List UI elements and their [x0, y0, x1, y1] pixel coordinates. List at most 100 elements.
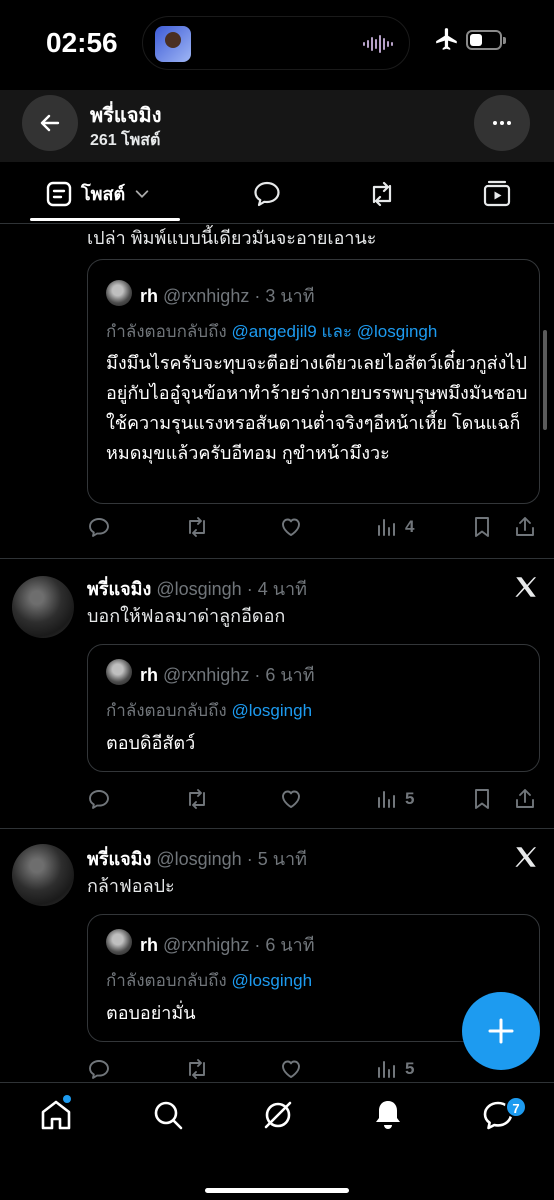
quoted-post[interactable]: rh @rxnhighz · 6 นาที กำลังตอบกลับถึง @l…	[87, 644, 540, 772]
reply-mention[interactable]: @angedjil9	[231, 322, 316, 341]
share-icon	[516, 789, 534, 808]
like-button[interactable]	[279, 514, 303, 540]
repost-button[interactable]	[185, 1056, 209, 1082]
x-logo-icon	[515, 577, 537, 597]
back-button[interactable]	[22, 95, 78, 151]
views-button[interactable]: 5	[375, 786, 414, 812]
post-actions: 5	[87, 1056, 537, 1082]
quoted-author-handle: @rxnhighz	[163, 935, 250, 955]
bookmark-button[interactable]	[470, 786, 494, 812]
divider	[0, 558, 554, 559]
home-indicator[interactable]	[205, 1188, 349, 1193]
post-text: บอกให้ฟอลมาด่าลูกอีดอก	[87, 606, 286, 626]
share-icon	[516, 517, 534, 536]
grok-icon[interactable]	[260, 1097, 296, 1133]
avatar[interactable]	[12, 844, 74, 906]
repost-button[interactable]	[185, 786, 209, 812]
replies-icon[interactable]	[252, 179, 282, 209]
quoted-post-time: · 3 นาที	[254, 286, 315, 306]
author-name[interactable]: พรี่แจมิง	[87, 849, 151, 869]
quoted-author-handle: @rxnhighz	[163, 665, 250, 685]
heart-icon	[282, 790, 300, 808]
posts-feed[interactable]: เปล่า พิมพ์แบบนี้เดียวมันจะอายเอานะ rh @…	[0, 224, 554, 1082]
x-logo-icon	[515, 847, 537, 867]
post-actions: 4	[87, 514, 537, 544]
bookmark-icon	[475, 517, 489, 537]
reposts-icon[interactable]	[367, 179, 397, 209]
like-button[interactable]	[279, 786, 303, 812]
now-playing-artwork	[155, 26, 191, 62]
reply-context: กำลังตอบกลับถึง @losgingh	[106, 697, 312, 724]
author-name[interactable]: พรี่แจมิง	[87, 579, 151, 599]
post-time: · 5 นาที	[246, 849, 307, 869]
media-icon[interactable]	[482, 179, 512, 209]
status-time: 02:56	[46, 27, 118, 58]
dynamic-island[interactable]	[142, 16, 410, 70]
quoted-author-handle: @rxnhighz	[163, 286, 250, 306]
views-icon	[378, 519, 395, 536]
messages-badge: 7	[505, 1096, 527, 1118]
views-button[interactable]: 5	[375, 1056, 414, 1082]
repost-button[interactable]	[185, 514, 209, 540]
views-count: 5	[405, 789, 415, 808]
author-handle: @losgingh	[156, 849, 242, 869]
avatar	[106, 280, 132, 306]
battery-icon	[466, 30, 506, 50]
quoted-author-name: rh	[140, 286, 158, 306]
profile-header: พรี่แจมิง 261 โพสต์	[0, 90, 554, 162]
views-count: 5	[405, 1059, 415, 1078]
reply-icon	[89, 1060, 109, 1079]
quoted-post[interactable]: rh @rxnhighz · 3 นาที กำลังตอบกลับถึง @a…	[87, 259, 540, 504]
like-button[interactable]	[279, 1056, 303, 1082]
reply-context: กำลังตอบกลับถึง @losgingh	[106, 967, 312, 994]
post-actions: 5	[87, 786, 537, 816]
share-button[interactable]	[513, 786, 537, 812]
quoted-post-text: มึงมึนไรครับจะทุบจะตีอย่างเดียวเลยไอสัตว…	[106, 353, 528, 463]
compose-button[interactable]	[462, 992, 540, 1070]
views-icon	[378, 1061, 395, 1078]
reply-button[interactable]	[87, 514, 111, 540]
author-handle: @losgingh	[156, 579, 242, 599]
views-count: 4	[405, 517, 415, 536]
home-unread-dot	[63, 1095, 71, 1103]
views-button[interactable]: 4	[375, 514, 414, 540]
reply-prefix: กำลังตอบกลับถึง	[106, 701, 227, 720]
post-text: กล้าฟอลปะ	[87, 876, 175, 896]
views-icon	[378, 791, 395, 808]
reply-and: และ	[321, 322, 353, 341]
quoted-post-text: ตอบดิอีสัตว์	[106, 733, 196, 753]
avatar	[106, 659, 132, 685]
repost-icon	[189, 789, 205, 809]
post-text: เปล่า พิมพ์แบบนี้เดียวมันจะอายเอานะ	[87, 228, 377, 248]
repost-icon	[189, 1059, 205, 1079]
reply-icon	[89, 790, 109, 809]
reply-prefix: กำลังตอบกลับถึง	[106, 322, 227, 341]
reply-button[interactable]	[87, 786, 111, 812]
bookmark-button[interactable]	[470, 514, 494, 540]
scrollbar[interactable]	[543, 330, 547, 430]
bottom-navigation: 7	[0, 1082, 554, 1200]
reply-button[interactable]	[87, 1056, 111, 1082]
heart-icon	[282, 518, 300, 536]
reply-mention[interactable]: @losgingh	[231, 971, 312, 990]
quoted-author-name: rh	[140, 935, 158, 955]
share-button[interactable]	[513, 514, 537, 540]
reply-mention[interactable]: @losgingh	[231, 701, 312, 720]
profile-name: พรี่แจมิง	[90, 105, 162, 127]
reply-context: กำลังตอบกลับถึง @angedjil9 และ @losgingh	[106, 318, 437, 345]
avatar[interactable]	[12, 576, 74, 638]
notifications-icon[interactable]	[370, 1097, 406, 1133]
plus-icon	[488, 1018, 514, 1044]
heart-icon	[282, 1060, 300, 1078]
quoted-post-time: · 6 นาที	[254, 665, 315, 685]
divider	[0, 828, 554, 829]
search-icon[interactable]	[150, 1097, 186, 1133]
avatar	[106, 929, 132, 955]
tab-posts[interactable]: โพสต์	[45, 179, 151, 208]
reply-icon	[89, 518, 109, 537]
active-tab-indicator	[30, 218, 180, 221]
posts-icon	[46, 181, 72, 206]
more-button[interactable]	[474, 95, 530, 151]
reply-mention[interactable]: @losgingh	[357, 322, 438, 341]
more-icon	[493, 121, 511, 125]
